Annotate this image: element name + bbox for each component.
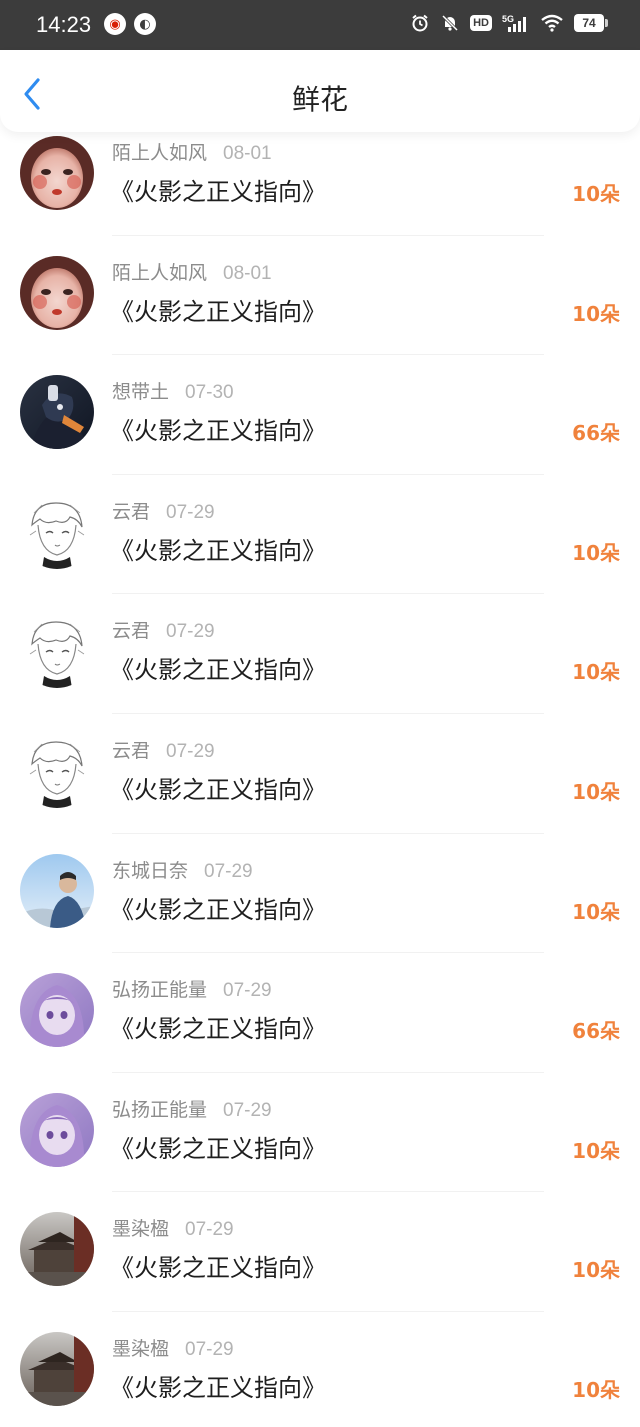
list-item[interactable]: 墨染楹 07-29 《火影之正义指向》 10朵 — [0, 1312, 640, 1427]
work-title: 《火影之正义指向》 — [110, 1254, 326, 1283]
gift-date: 07-29 — [185, 1219, 234, 1241]
list-item[interactable]: 想带土 07-30 《火影之正义指向》 66朵 — [0, 355, 640, 475]
battery-icon: 74 — [574, 14, 608, 32]
item-meta: 墨染楹 07-29 — [112, 1334, 234, 1361]
status-right: HD 5G 74 — [410, 13, 608, 33]
user-avatar[interactable] — [20, 853, 94, 928]
work-title: 《火影之正义指向》 — [110, 656, 326, 685]
user-avatar[interactable] — [20, 1092, 94, 1167]
flower-amount: 10朵 — [572, 1377, 620, 1402]
flower-amount: 66朵 — [572, 1019, 620, 1044]
user-name[interactable]: 东城日奈 — [112, 860, 188, 882]
work-title: 《火影之正义指向》 — [110, 178, 326, 206]
netease-music-icon: ◉ — [104, 13, 126, 35]
item-meta: 陌上人如风 08-01 — [112, 138, 272, 165]
user-name[interactable]: 墨染楹 — [112, 1218, 169, 1240]
flower-gift-list[interactable]: 陌上人如风 08-01 《火影之正义指向》 10朵 陌上人如风 08-01 《火影之正义指向… — [0, 132, 640, 1427]
work-title: 《火影之正义指向》 — [110, 536, 326, 565]
work-title: 《火影之正义指向》 — [110, 1134, 326, 1163]
user-name[interactable]: 弘扬正能量 — [112, 979, 207, 1001]
user-name[interactable]: 想带土 — [112, 381, 169, 403]
flower-amount: 10朵 — [572, 899, 620, 924]
user-avatar[interactable] — [20, 136, 94, 210]
signal-icon: 5G — [502, 13, 530, 33]
work-title: 《火影之正义指向》 — [110, 417, 326, 446]
user-name[interactable]: 云君 — [112, 740, 150, 762]
hd-badge: HD — [470, 15, 492, 31]
top-nav-bar: 鲜花 — [0, 50, 640, 132]
gift-date: 08-01 — [223, 143, 272, 164]
user-name[interactable]: 云君 — [112, 501, 150, 523]
status-bar: 14:23 ◉ ◐ HD 5G 74 — [0, 0, 640, 50]
work-title: 《火影之正义指向》 — [110, 775, 326, 804]
user-avatar[interactable] — [20, 733, 94, 808]
work-title: 《火影之正义指向》 — [110, 895, 326, 924]
user-avatar[interactable] — [20, 1331, 94, 1406]
item-meta: 弘扬正能量 07-29 — [112, 1095, 272, 1122]
flower-amount: 10朵 — [572, 1258, 620, 1283]
list-item[interactable]: 云君 07-29 《火影之正义指向》 10朵 — [0, 594, 640, 714]
user-avatar[interactable] — [20, 494, 94, 569]
gift-date: 07-29 — [166, 740, 215, 762]
status-time: 14:23 — [36, 12, 92, 37]
item-meta: 云君 07-29 — [112, 497, 215, 524]
gift-date: 07-29 — [166, 501, 215, 523]
item-meta: 云君 07-29 — [112, 616, 215, 643]
gift-date: 08-01 — [223, 262, 272, 284]
gift-date: 07-29 — [223, 980, 272, 1002]
user-name[interactable]: 云君 — [112, 620, 150, 642]
list-item[interactable]: 东城日奈 07-29 《火影之正义指向》 10朵 — [0, 834, 640, 954]
list-item[interactable]: 云君 07-29 《火影之正义指向》 10朵 — [0, 475, 640, 595]
user-avatar[interactable] — [20, 255, 94, 330]
svg-text:5G: 5G — [502, 14, 514, 24]
item-meta: 墨染楹 07-29 — [112, 1214, 234, 1241]
gift-date: 07-29 — [223, 1099, 272, 1121]
flower-amount: 10朵 — [572, 779, 620, 804]
gift-date: 07-30 — [185, 382, 234, 404]
page-title: 鲜花 — [291, 83, 348, 116]
list-item[interactable]: 云君 07-29 《火影之正义指向》 10朵 — [0, 714, 640, 834]
work-title: 《火影之正义指向》 — [110, 1373, 326, 1402]
item-meta: 想带土 07-30 — [112, 377, 234, 404]
user-name[interactable]: 墨染楹 — [112, 1338, 169, 1360]
mute-bell-icon — [440, 13, 460, 33]
flower-amount: 66朵 — [572, 421, 620, 446]
status-app-icons: ◉ ◐ — [104, 13, 156, 35]
user-name[interactable]: 弘扬正能量 — [112, 1099, 207, 1121]
list-item[interactable]: 陌上人如风 08-01 《火影之正义指向》 10朵 — [0, 236, 640, 356]
gift-date: 07-29 — [204, 860, 253, 882]
item-meta: 东城日奈 07-29 — [112, 856, 253, 883]
user-avatar[interactable] — [20, 1212, 94, 1287]
flower-amount: 10朵 — [572, 540, 620, 565]
wifi-icon — [540, 13, 564, 33]
user-avatar[interactable] — [20, 614, 94, 689]
flower-amount: 10朵 — [572, 301, 620, 326]
flower-amount: 10朵 — [572, 660, 620, 685]
gift-date: 07-29 — [166, 621, 215, 643]
list-item[interactable]: 陌上人如风 08-01 《火影之正义指向》 10朵 — [0, 132, 640, 236]
item-meta: 弘扬正能量 07-29 — [112, 975, 272, 1002]
item-meta: 陌上人如风 08-01 — [112, 258, 272, 285]
list-item[interactable]: 墨染楹 07-29 《火影之正义指向》 10朵 — [0, 1192, 640, 1312]
user-name[interactable]: 陌上人如风 — [112, 262, 207, 284]
flower-amount: 10朵 — [572, 1138, 620, 1163]
list-item[interactable]: 弘扬正能量 07-29 《火影之正义指向》 10朵 — [0, 1073, 640, 1193]
user-avatar[interactable] — [20, 973, 94, 1048]
gift-date: 07-29 — [185, 1338, 234, 1360]
alarm-icon — [410, 13, 430, 33]
work-title: 《火影之正义指向》 — [110, 297, 326, 326]
app-notification-icon: ◐ — [134, 13, 156, 35]
work-title: 《火影之正义指向》 — [110, 1015, 326, 1044]
flower-amount: 10朵 — [572, 182, 620, 206]
item-meta: 云君 07-29 — [112, 736, 215, 763]
user-name[interactable]: 陌上人如风 — [112, 142, 207, 164]
user-avatar[interactable] — [20, 375, 94, 450]
list-item[interactable]: 弘扬正能量 07-29 《火影之正义指向》 66朵 — [0, 953, 640, 1073]
